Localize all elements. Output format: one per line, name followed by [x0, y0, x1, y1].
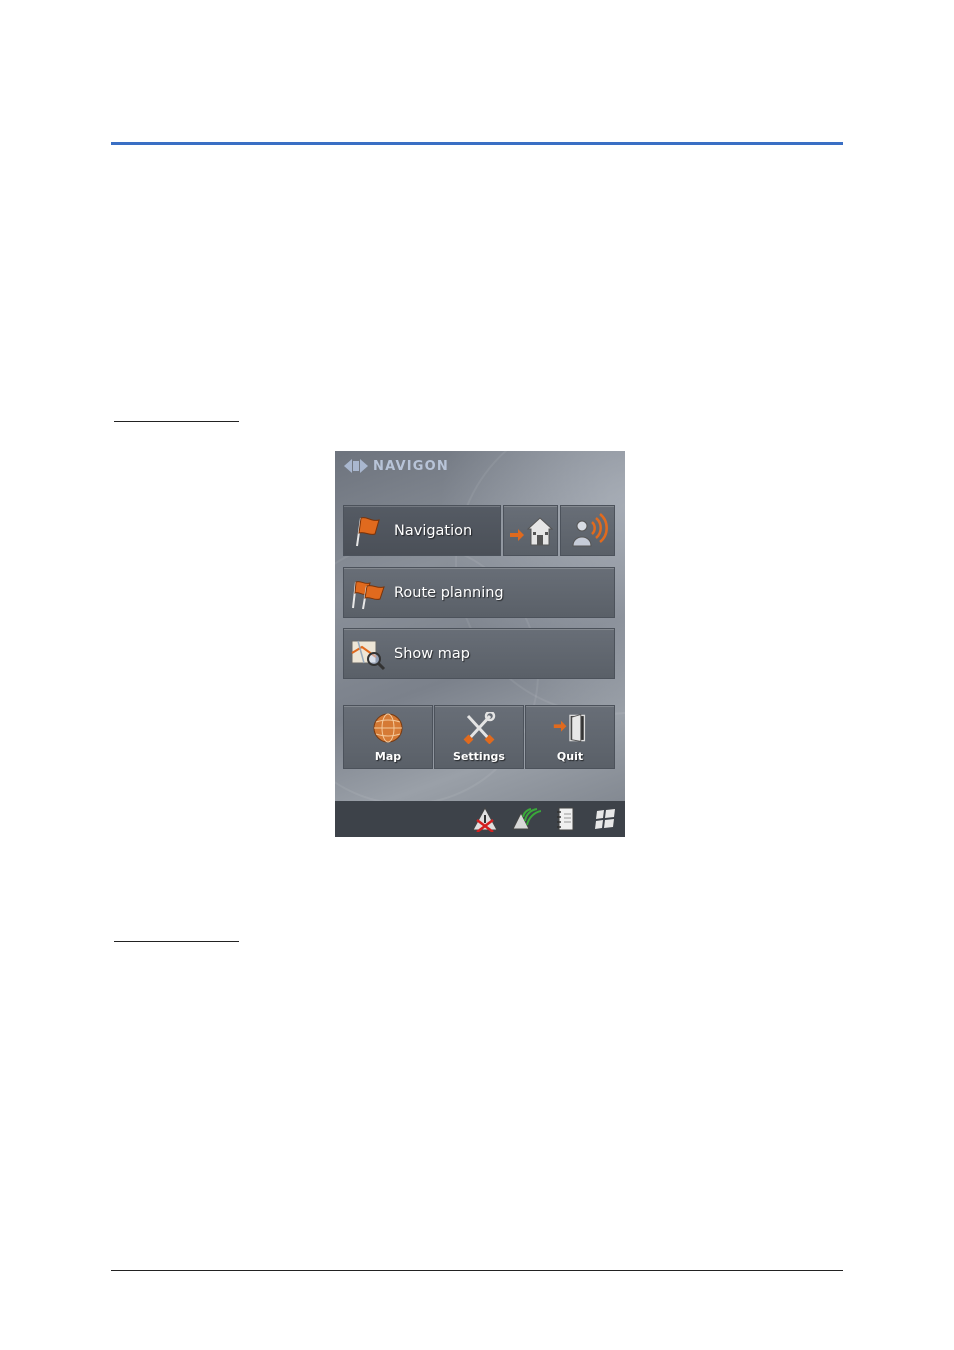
quit-button[interactable]: Quit	[525, 705, 615, 769]
navigon-arrows-icon	[344, 459, 368, 473]
gps-status-button[interactable]	[560, 505, 615, 556]
margin-rule	[114, 421, 239, 422]
route-planning-button[interactable]: Route planning	[343, 567, 615, 618]
navigon-main-menu-screenshot: NAVIGON Navigation Route planning Show m…	[335, 451, 625, 837]
windows-icon[interactable]	[585, 804, 625, 834]
navigation-button[interactable]: Navigation	[343, 505, 501, 556]
flags-icon	[350, 575, 386, 611]
settings-button[interactable]: Settings	[434, 705, 524, 769]
navigation-label: Navigation	[394, 522, 473, 539]
show-map-label: Show map	[394, 645, 470, 662]
notebook-icon[interactable]	[545, 804, 585, 834]
route-planning-label: Route planning	[394, 584, 504, 601]
satellite-icon[interactable]	[505, 804, 545, 834]
quit-label: Quit	[556, 750, 584, 763]
flag-icon	[350, 513, 386, 549]
exit-door-icon	[552, 712, 588, 744]
take-me-home-button[interactable]	[503, 505, 558, 556]
map-button[interactable]: Map	[343, 705, 433, 769]
tools-icon	[461, 712, 497, 744]
status-bar	[335, 801, 625, 837]
home-icon	[509, 516, 553, 545]
footer-rule	[111, 1270, 843, 1271]
settings-label: Settings	[453, 750, 505, 763]
navigon-logo: NAVIGON	[344, 457, 449, 475]
show-map-button[interactable]: Show map	[343, 628, 615, 679]
brand-name: NAVIGON	[373, 458, 449, 474]
header-rule	[111, 142, 843, 145]
margin-rule	[114, 941, 239, 942]
globe-icon	[370, 712, 406, 744]
person-signal-icon	[571, 512, 608, 546]
warning-icon[interactable]	[465, 804, 505, 834]
map-magnifier-icon	[350, 636, 386, 672]
map-label: Map	[374, 750, 402, 763]
